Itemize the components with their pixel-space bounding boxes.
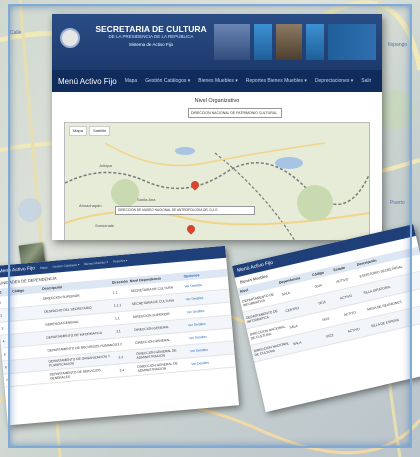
image-frame bbox=[8, 4, 412, 448]
